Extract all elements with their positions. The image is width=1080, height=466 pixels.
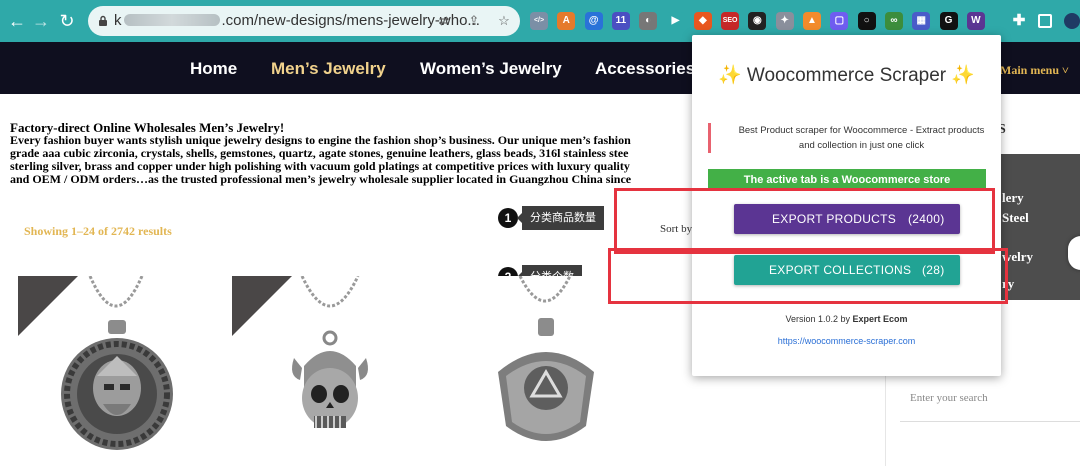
product-card[interactable] — [660, 276, 692, 466]
compass-ext-icon[interactable]: ✦ — [775, 12, 794, 30]
sparkle-icon: ✨ — [717, 65, 742, 86]
at-ext-icon[interactable]: @ — [584, 12, 603, 30]
url-text: k .com/new-designs/mens-jewelry-who... — [114, 12, 480, 29]
reload-icon[interactable]: ↻ — [56, 10, 78, 32]
back-icon[interactable]: ← — [6, 10, 28, 32]
chevron-down-icon: ˅ — [1062, 63, 1069, 77]
popup-description: Best Product scraper for Woocommerce - E… — [708, 123, 988, 153]
puzzle-extensions-icon[interactable]: ✚ — [1010, 12, 1028, 30]
address-bar[interactable]: k .com/new-designs/mens-jewelry-who... ⇄ … — [88, 6, 520, 36]
purple-ext-icon[interactable]: ▢ — [830, 12, 849, 30]
nav-accessories[interactable]: Accessories — [595, 59, 695, 79]
lock-icon — [99, 15, 107, 26]
sidepanel-icon[interactable] — [1038, 14, 1052, 28]
blurred-domain — [123, 14, 220, 26]
viking-pendant-image — [61, 276, 173, 450]
sparkle-icon: ✨ — [951, 65, 976, 86]
product-card[interactable] — [232, 276, 429, 466]
seo-ext-icon[interactable]: SEO — [721, 12, 740, 30]
nav-home[interactable]: Home — [190, 59, 237, 79]
main-menu-toggle[interactable]: Main menu ˅ — [1000, 63, 1069, 78]
arrow-ext-icon[interactable]: ▶ — [666, 12, 685, 30]
export-collections-count: (28) — [922, 263, 945, 277]
translate-icon[interactable]: ⇄ — [436, 13, 452, 29]
results-count: Showing 1–24 of 2742 results — [24, 224, 172, 238]
export-collections-label: EXPORT COLLECTIONS — [769, 263, 912, 277]
popup-title-text: Woocommerce Scraper — [746, 65, 947, 86]
nav-womens-jewelry[interactable]: Women’s Jewelry — [420, 59, 562, 79]
popup-title: ✨ Woocommerce Scraper ✨ — [692, 63, 1001, 87]
page-intro: Every fashion buyer wants stylish unique… — [10, 134, 700, 190]
ring-ext-icon[interactable]: ○ — [857, 12, 876, 30]
export-products-label: EXPORT PRODUCTS — [772, 212, 897, 226]
grid-ext-icon[interactable]: ▦ — [912, 12, 931, 30]
product-card[interactable] — [446, 276, 643, 466]
export-collections-button[interactable]: EXPORT COLLECTIONS (28) — [734, 255, 960, 285]
intro-line: and OEM / ODM orders…as the trusted prof… — [10, 172, 632, 186]
sort-by-dropdown[interactable]: Sort by — [660, 223, 692, 235]
sidebar-scroll-handle[interactable] — [1068, 236, 1080, 270]
skull-pendant-image — [292, 276, 368, 428]
annotation-label: 分类商品数量 — [517, 206, 604, 230]
grey-circle-ext-icon[interactable]: ◐ — [639, 12, 658, 30]
export-products-button[interactable]: EXPORT PRODUCTS (2400) — [734, 204, 960, 234]
valknut-pendant-image — [498, 276, 594, 441]
woo-ext-icon[interactable]: W — [966, 12, 985, 30]
sidebar-category[interactable]: lery — [1002, 190, 1024, 206]
g-ext-icon[interactable]: G — [939, 12, 958, 30]
badge-11-ext-icon[interactable]: 11 — [611, 12, 630, 30]
snap-ext-icon[interactable]: ◉ — [748, 12, 767, 30]
sidebar-category[interactable]: ry — [1002, 276, 1014, 292]
brave-ext-icon[interactable]: ◆ — [693, 12, 712, 30]
woocommerce-scraper-popup: ✨ Woocommerce Scraper ✨ Best Product scr… — [692, 35, 1001, 376]
version-info: Version 1.0.2 by Expert Ecom — [785, 314, 908, 324]
flame-ext-icon[interactable]: ▲ — [803, 12, 821, 30]
sidebar-category[interactable]: Steel — [1002, 210, 1029, 226]
sidebar-search — [900, 382, 1080, 422]
pro-ext-icon[interactable]: A — [557, 12, 576, 30]
active-store-banner: The active tab is a Woocommerce store — [708, 169, 986, 191]
bookmark-star-icon[interactable]: ☆ — [496, 13, 512, 29]
profile-avatar[interactable] — [1064, 13, 1080, 29]
website-link[interactable]: https://woocommerce-scraper.com — [692, 336, 1001, 346]
export-products-count: (2400) — [908, 212, 945, 226]
product-card[interactable] — [18, 276, 215, 466]
forward-icon[interactable]: → — [30, 10, 52, 32]
share-icon[interactable]: ⇪ — [466, 13, 482, 29]
code-ext-icon[interactable]: </> — [530, 12, 548, 30]
search-input[interactable] — [910, 392, 1070, 404]
glasses-ext-icon[interactable]: ∞ — [884, 12, 903, 30]
sidebar-category[interactable]: welry — [1002, 249, 1033, 265]
annotation-number: 1 — [498, 208, 518, 228]
nav-mens-jewelry[interactable]: Men’s Jewelry — [271, 59, 386, 79]
